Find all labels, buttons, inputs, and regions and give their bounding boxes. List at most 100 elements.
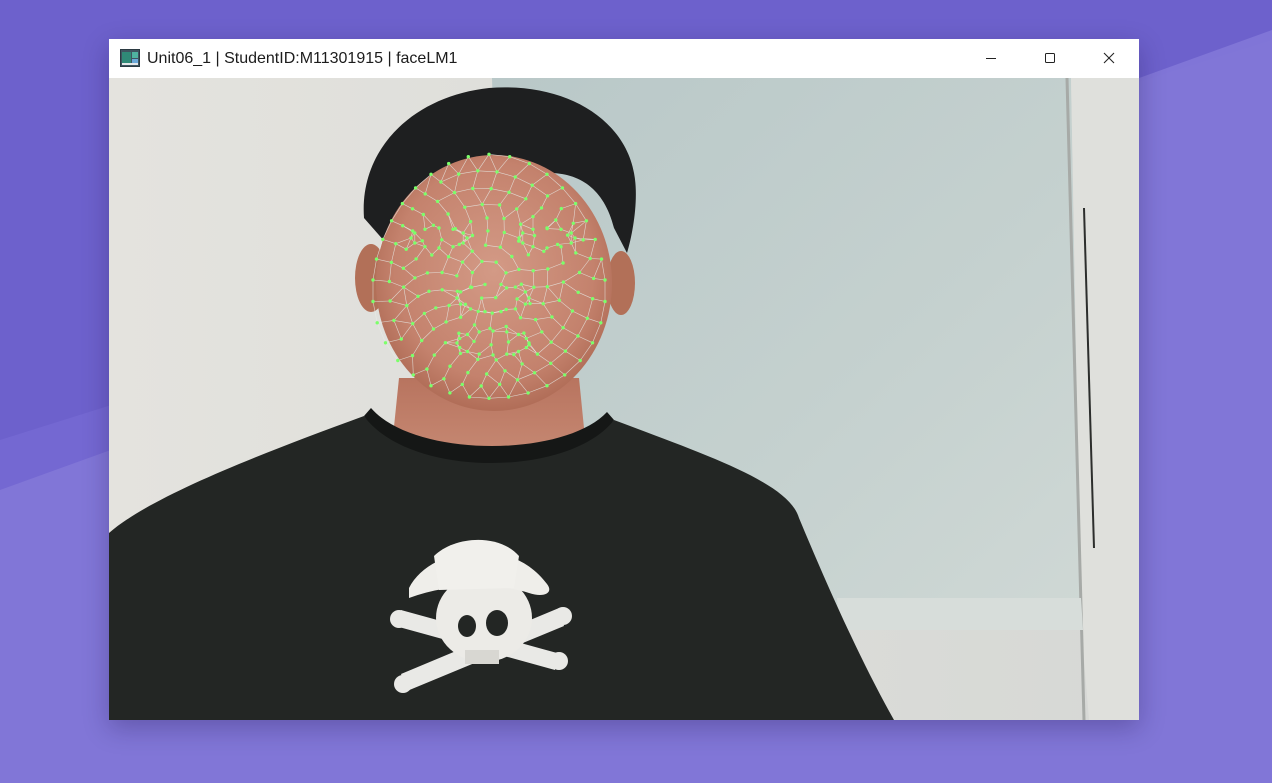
landmark-point (588, 256, 592, 261)
landmark-point (584, 219, 589, 223)
landmark-point (461, 241, 465, 245)
landmark-point (374, 257, 379, 261)
landmark-point (516, 332, 521, 337)
landmark-point (504, 271, 508, 275)
landmark-point (394, 242, 398, 246)
landmark-point (472, 339, 476, 344)
landmark-point (446, 255, 451, 259)
landmark-point (413, 231, 417, 235)
landmark-point (440, 270, 444, 275)
landmark-point (531, 269, 535, 273)
landmark-point (483, 243, 488, 247)
landmark-point (400, 201, 405, 206)
landmark-point (416, 294, 420, 298)
landmark-point (576, 334, 580, 338)
landmark-point (526, 391, 530, 395)
landmark-point (515, 297, 519, 301)
landmark-point (545, 384, 549, 388)
landmark-point (545, 226, 549, 230)
landmark-point (590, 297, 595, 301)
landmark-point (513, 285, 518, 289)
landmark-point (489, 343, 493, 347)
landmark-point (477, 352, 481, 356)
landmark-point (483, 309, 487, 314)
landmark-point (513, 175, 517, 179)
landmark-point (545, 194, 550, 198)
landmark-point (585, 316, 589, 320)
landmark-point (483, 282, 487, 287)
landmark-point (517, 236, 521, 240)
landmark-point (561, 326, 565, 330)
landmark-point (494, 295, 498, 300)
title-bar[interactable]: Unit06_1 | StudentID:M11301915 | faceLM1 (109, 39, 1139, 78)
landmark-point (545, 285, 549, 289)
landmark-point (414, 257, 418, 261)
landmark-point (455, 341, 459, 345)
landmark-point (457, 242, 461, 247)
landmark-point (470, 233, 475, 238)
landmark-point (458, 351, 463, 356)
landmark-point (521, 231, 525, 235)
landmark-point (491, 353, 495, 357)
landmark-point (499, 309, 503, 314)
landmark-point (465, 349, 470, 354)
close-button[interactable] (1080, 39, 1138, 77)
landmark-point (578, 358, 582, 363)
landmark-point (485, 372, 489, 376)
landmark-point (497, 203, 502, 207)
landmark-point (431, 223, 436, 227)
landmark-point (448, 391, 452, 395)
landmark-point (560, 186, 565, 190)
landmark-point (541, 302, 545, 306)
landmark-point (431, 327, 436, 331)
landmark-point (371, 278, 375, 282)
landmark-point (517, 267, 521, 272)
landmark-point (476, 309, 480, 314)
landmark-point (409, 236, 413, 240)
landmark-point (510, 254, 514, 259)
landmark-point (519, 282, 523, 286)
landmark-point (489, 187, 493, 191)
landmark-point (457, 172, 461, 176)
landmark-point (521, 241, 525, 245)
landmark-point (504, 286, 509, 290)
landmark-point (460, 382, 464, 387)
landmark-point (524, 336, 528, 341)
landmark-point (468, 285, 473, 289)
landmark-point (383, 341, 388, 345)
maximize-icon (1044, 52, 1056, 64)
minimize-button[interactable] (962, 39, 1020, 77)
landmark-point (559, 227, 563, 231)
app-icon (120, 49, 140, 67)
landmark-point (399, 337, 403, 341)
landmark-point (561, 261, 565, 265)
landmark-point (590, 341, 595, 345)
landmark-point (533, 317, 538, 322)
landmark-point (516, 349, 521, 354)
landmark-point (549, 361, 553, 365)
landmark-point (401, 266, 406, 270)
landmark-point (507, 190, 511, 194)
landmark-point (421, 212, 425, 217)
landmark-point (557, 298, 561, 302)
landmark-point (569, 231, 573, 235)
landmark-point (423, 245, 427, 249)
landmark-point (485, 216, 489, 220)
landmark-point (599, 257, 604, 261)
landmark-point (523, 302, 528, 306)
landmark-point (555, 242, 560, 247)
landmark-point (531, 245, 535, 249)
desktop: Unit06_1 | StudentID:M11301915 | faceLM1 (0, 0, 1272, 783)
landmark-point (396, 358, 400, 363)
landmark-point (446, 212, 450, 216)
maximize-button[interactable] (1021, 39, 1079, 77)
landmark-point (455, 296, 459, 300)
landmark-point (528, 301, 532, 306)
landmark-point (577, 270, 582, 275)
landmark-point (522, 331, 526, 335)
landmark-point (389, 260, 394, 265)
landmark-point (491, 329, 495, 333)
landmark-point (505, 352, 509, 356)
landmark-point (460, 260, 465, 264)
landmark-point (439, 180, 443, 184)
